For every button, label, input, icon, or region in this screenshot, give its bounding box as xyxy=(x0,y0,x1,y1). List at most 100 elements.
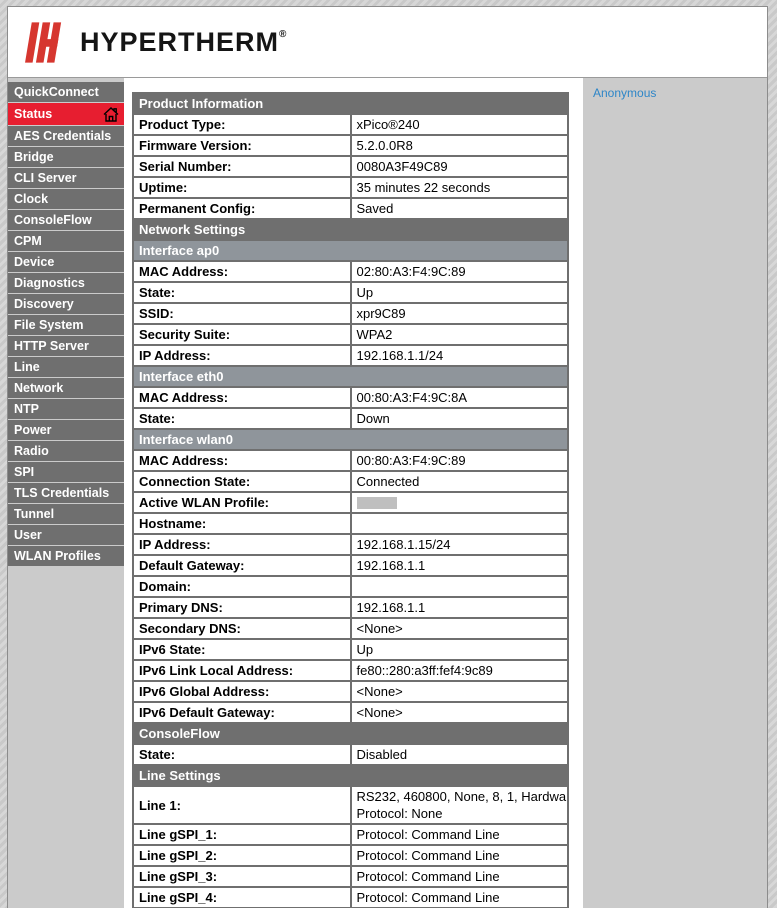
field-label: MAC Address: xyxy=(133,387,351,408)
field-value: Up xyxy=(351,282,569,303)
field-label: Security Suite: xyxy=(133,324,351,345)
table-row: IP Address:192.168.1.15/24 xyxy=(133,534,568,555)
field-label: Serial Number: xyxy=(133,156,351,177)
table-row: IPv6 Default Gateway:<None> xyxy=(133,702,568,723)
main-panel: Product InformationProduct Type:xPico®24… xyxy=(124,78,583,908)
table-row: Active WLAN Profile: xyxy=(133,492,568,513)
sidebar-item-network[interactable]: Network xyxy=(8,378,124,398)
field-value: 00:80:A3:F4:9C:8A xyxy=(351,387,569,408)
app-window: HYPERTHERM® QuickConnectStatusAES Creden… xyxy=(7,6,768,908)
sidebar-item-tunnel[interactable]: Tunnel xyxy=(8,504,124,524)
sidebar-item-label: Diagnostics xyxy=(14,273,85,293)
field-value: xPico®240 xyxy=(351,114,569,135)
field-value: 0080A3F49C89 xyxy=(351,156,569,177)
sidebar-item-power[interactable]: Power xyxy=(8,420,124,440)
field-label: Firmware Version: xyxy=(133,135,351,156)
sidebar-item-device[interactable]: Device xyxy=(8,252,124,272)
subsection-header-row: Interface ap0 xyxy=(133,240,568,261)
sidebar-item-user[interactable]: User xyxy=(8,525,124,545)
field-value xyxy=(351,492,569,513)
sidebar-item-label: Tunnel xyxy=(14,504,54,524)
table-row: Permanent Config:Saved xyxy=(133,198,568,219)
sidebar-item-discovery[interactable]: Discovery xyxy=(8,294,124,314)
table-row: MAC Address:00:80:A3:F4:9C:89 xyxy=(133,450,568,471)
field-label: Product Type: xyxy=(133,114,351,135)
sidebar-item-label: Line xyxy=(14,357,40,377)
table-row: Serial Number:0080A3F49C89 xyxy=(133,156,568,177)
field-label: Default Gateway: xyxy=(133,555,351,576)
field-value: <None> xyxy=(351,618,569,639)
field-label: Line gSPI_1: xyxy=(133,824,351,845)
table-row: IPv6 Global Address:<None> xyxy=(133,681,568,702)
field-label: State: xyxy=(133,282,351,303)
section-header-row: Line Settings xyxy=(133,765,568,786)
field-value: RS232, 460800, None, 8, 1, HardwareProto… xyxy=(351,786,569,824)
sidebar-item-http-server[interactable]: HTTP Server xyxy=(8,336,124,356)
sidebar-item-label: Device xyxy=(14,252,54,272)
sidebar-item-wlan-profiles[interactable]: WLAN Profiles xyxy=(8,546,124,566)
home-icon xyxy=(103,107,119,122)
sidebar-item-label: Clock xyxy=(14,189,48,209)
sidebar-item-label: TLS Credentials xyxy=(14,483,109,503)
field-label: Line gSPI_2: xyxy=(133,845,351,866)
field-value: Protocol: Command Line xyxy=(351,845,569,866)
field-label: Hostname: xyxy=(133,513,351,534)
field-value: fe80::280:a3ff:fef4:9c89 xyxy=(351,660,569,681)
field-value xyxy=(351,576,569,597)
sidebar-item-bridge[interactable]: Bridge xyxy=(8,147,124,167)
field-value xyxy=(351,513,569,534)
sidebar-item-quickconnect[interactable]: QuickConnect xyxy=(8,82,124,102)
field-label: Active WLAN Profile: xyxy=(133,492,351,513)
field-value: Down xyxy=(351,408,569,429)
sidebar-item-aes-credentials[interactable]: AES Credentials xyxy=(8,126,124,146)
sidebar-item-label: Status xyxy=(14,103,52,125)
sidebar-item-file-system[interactable]: File System xyxy=(8,315,124,335)
sidebar-item-clock[interactable]: Clock xyxy=(8,189,124,209)
field-label: State: xyxy=(133,408,351,429)
brand-wordmark: HYPERTHERM® xyxy=(80,27,287,58)
sidebar-item-label: ConsoleFlow xyxy=(14,210,92,230)
sidebar-item-tls-credentials[interactable]: TLS Credentials xyxy=(8,483,124,503)
table-row: Domain: xyxy=(133,576,568,597)
sidebar-item-diagnostics[interactable]: Diagnostics xyxy=(8,273,124,293)
sidebar-item-label: CPM xyxy=(14,231,42,251)
subsection-header-row: Interface eth0 xyxy=(133,366,568,387)
table-row: IP Address:192.168.1.1/24 xyxy=(133,345,568,366)
table-row: Line gSPI_4:Protocol: Command Line xyxy=(133,887,568,908)
sidebar-item-line[interactable]: Line xyxy=(8,357,124,377)
sidebar-item-status[interactable]: Status xyxy=(8,103,124,125)
user-link[interactable]: Anonymous xyxy=(593,86,656,100)
subsection-header: Interface wlan0 xyxy=(133,429,568,450)
sidebar-item-spi[interactable]: SPI xyxy=(8,462,124,482)
section-header: Product Information xyxy=(133,93,568,114)
table-row: Firmware Version:5.2.0.0R8 xyxy=(133,135,568,156)
field-value: Saved xyxy=(351,198,569,219)
field-value: WPA2 xyxy=(351,324,569,345)
sidebar-item-ntp[interactable]: NTP xyxy=(8,399,124,419)
table-row: State:Disabled xyxy=(133,744,568,765)
field-label: Connection State: xyxy=(133,471,351,492)
sidebar-item-consoleflow[interactable]: ConsoleFlow xyxy=(8,210,124,230)
field-label: Uptime: xyxy=(133,177,351,198)
sidebar-item-label: Radio xyxy=(14,441,49,461)
field-value: <None> xyxy=(351,702,569,723)
field-label: Line 1: xyxy=(133,786,351,824)
sidebar-item-cpm[interactable]: CPM xyxy=(8,231,124,251)
table-row: Default Gateway:192.168.1.1 xyxy=(133,555,568,576)
subsection-header-row: Interface wlan0 xyxy=(133,429,568,450)
field-value: 35 minutes 22 seconds xyxy=(351,177,569,198)
status-table: Product InformationProduct Type:xPico®24… xyxy=(132,92,569,908)
field-value: Protocol: Command Line xyxy=(351,887,569,908)
field-label: MAC Address: xyxy=(133,450,351,471)
field-value: 5.2.0.0R8 xyxy=(351,135,569,156)
sidebar-item-label: Discovery xyxy=(14,294,74,314)
section-header: ConsoleFlow xyxy=(133,723,568,744)
field-value: xpr9C89 xyxy=(351,303,569,324)
sidebar-item-radio[interactable]: Radio xyxy=(8,441,124,461)
sidebar-item-cli-server[interactable]: CLI Server xyxy=(8,168,124,188)
field-label: IPv6 Link Local Address: xyxy=(133,660,351,681)
sidebar-nav: QuickConnectStatusAES CredentialsBridgeC… xyxy=(8,78,124,908)
sidebar-item-label: NTP xyxy=(14,399,39,419)
table-row: Uptime:35 minutes 22 seconds xyxy=(133,177,568,198)
field-label: Line gSPI_3: xyxy=(133,866,351,887)
